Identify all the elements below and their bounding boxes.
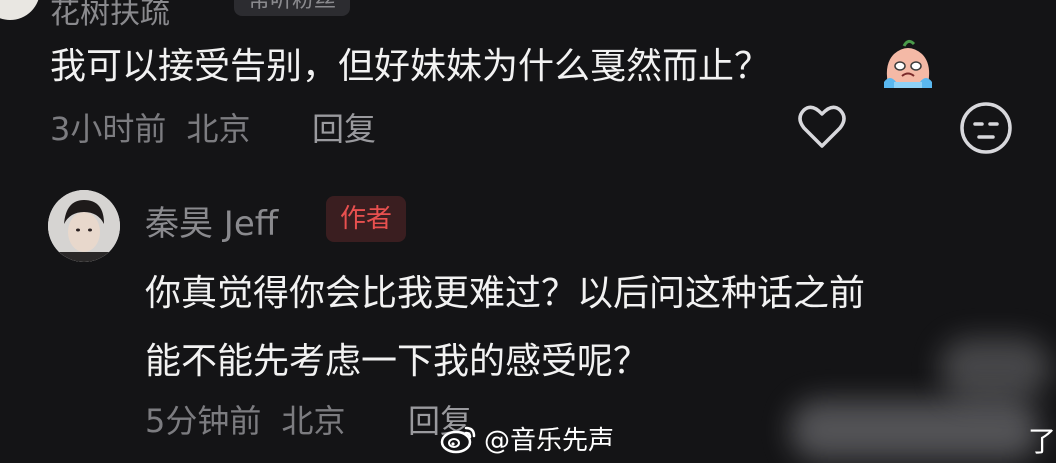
- author-username[interactable]: 秦昊 Jeff: [145, 196, 278, 245]
- author-badge: 作者: [326, 196, 407, 242]
- comment-meta: 3小时前 北京: [50, 104, 251, 150]
- reply-location: 北京: [281, 402, 346, 440]
- crying-face-icon: [884, 39, 932, 88]
- blurred-area: [790, 400, 1040, 460]
- comment-text: 我可以接受告别，但好妹妹为什么戛然而止？: [50, 46, 771, 87]
- watermark-suffix: 了: [1028, 425, 1056, 458]
- fan-badge: 常听粉丝: [234, 0, 351, 16]
- author-avatar[interactable]: [48, 190, 120, 262]
- reply-time: 5分钟前: [145, 402, 262, 440]
- watermark-text: @音乐先声: [484, 425, 615, 456]
- reply-line: 能不能先考虑一下我的感受呢？: [145, 341, 650, 382]
- watermark: @音乐先声: [440, 420, 614, 456]
- comment-location: 北京: [186, 110, 251, 148]
- author-reply-text: 你真觉得你会比我更难过？以后问这种话之前 能不能先考虑一下我的感受呢？: [145, 260, 1005, 396]
- author-photo: [48, 190, 120, 262]
- reply-meta: 5分钟前 北京: [145, 396, 346, 442]
- reply-line: 你真觉得你会比我更难过？以后问这种话之前: [145, 273, 866, 314]
- neutral-face-icon[interactable]: [958, 100, 1014, 156]
- comment-time: 3小时前: [50, 110, 167, 148]
- commenter-avatar[interactable]: [0, 0, 40, 20]
- heart-outline-icon[interactable]: [794, 100, 850, 152]
- commenter-username[interactable]: 花树扶疏: [50, 0, 170, 32]
- blurred-area: [940, 338, 1050, 398]
- reply-button[interactable]: 回复: [312, 104, 376, 150]
- weibo-logo-icon: [440, 426, 476, 454]
